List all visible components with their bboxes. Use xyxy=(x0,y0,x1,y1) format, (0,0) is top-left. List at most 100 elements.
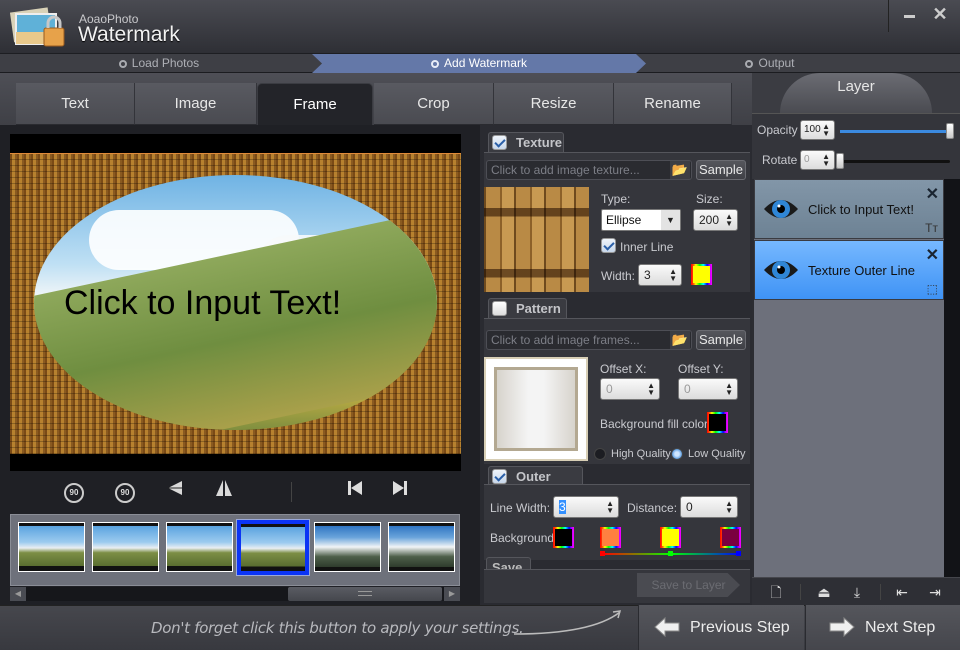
gradient-end-color-swatch[interactable] xyxy=(720,527,741,548)
gradient-stop-handle[interactable] xyxy=(668,551,673,556)
tab-resize[interactable]: Resize xyxy=(494,83,614,125)
visibility-eye-icon[interactable] xyxy=(763,256,799,284)
layer-list-scrollbar[interactable] xyxy=(944,179,960,577)
type-select[interactable]: Ellipse ▼ xyxy=(601,209,681,231)
text-layer-type-icon: Tт xyxy=(925,221,938,235)
tab-image[interactable]: Image xyxy=(135,83,257,125)
hint-text: Don't forget click this button to apply … xyxy=(151,619,524,637)
tab-rename[interactable]: Rename xyxy=(614,83,732,125)
background-color-swatch[interactable] xyxy=(553,527,574,548)
inner-width-spinner[interactable]: 3 ▲ ▼ xyxy=(638,264,682,286)
next-step-button[interactable]: Next Step xyxy=(805,605,960,650)
high-quality-label: High Quality xyxy=(611,448,671,460)
pattern-sample-button[interactable]: Sample xyxy=(696,330,746,350)
thumbnail-selected[interactable] xyxy=(236,519,310,576)
next-photo-button[interactable] xyxy=(386,478,414,504)
thumbnail[interactable] xyxy=(166,522,233,572)
move-layer-up-button[interactable]: ⏏ xyxy=(814,582,834,602)
gradient-mid-color-swatch[interactable] xyxy=(660,527,681,548)
offset-x-spinner[interactable]: 0 ▲ ▼ xyxy=(600,378,660,400)
low-quality-radio[interactable] xyxy=(671,448,683,460)
texture-sample-button[interactable]: Sample xyxy=(696,160,746,180)
thumbnail[interactable] xyxy=(388,522,455,572)
pattern-preview xyxy=(484,357,588,461)
scrollbar-thumb[interactable] xyxy=(288,587,442,601)
toolbar-divider xyxy=(800,584,801,600)
delete-layer-icon[interactable]: ✕ xyxy=(926,184,939,204)
thumbnail[interactable] xyxy=(314,522,381,572)
thumbnail[interactable] xyxy=(18,522,85,572)
gradient-stop-handle[interactable] xyxy=(736,551,741,556)
gradient-start-color-swatch[interactable] xyxy=(600,527,621,548)
watermark-text[interactable]: Click to Input Text! xyxy=(64,284,341,323)
rotate-label: Rotate xyxy=(762,153,798,167)
outer-line-enable-checkbox[interactable] xyxy=(492,469,507,484)
rotate-right-button[interactable]: 90 xyxy=(111,478,139,504)
flip-vertical-button[interactable] xyxy=(161,478,189,504)
spinner-arrows-icon: ▲ ▼ xyxy=(647,381,655,397)
export-layer-button[interactable]: ⇥ xyxy=(925,582,945,602)
opacity-slider-track[interactable] xyxy=(840,130,950,133)
texture-enable-checkbox[interactable] xyxy=(492,135,507,150)
texture-browse-button[interactable]: 📂 xyxy=(670,161,690,179)
flip-horizontal-button[interactable] xyxy=(210,478,238,504)
folder-icon: 📂 xyxy=(671,162,689,177)
step-output[interactable]: Output xyxy=(646,54,894,73)
spinner-arrows-icon: ▲ ▼ xyxy=(669,267,677,283)
rotate-right-icon: 90 xyxy=(115,483,135,503)
step-add-watermark[interactable]: Add Watermark xyxy=(312,54,646,73)
minimize-button[interactable] xyxy=(898,6,922,26)
line-width-spinner[interactable]: 3 ▲ ▼ xyxy=(553,496,619,518)
layer-item-text[interactable]: Click to Input Text! ✕ Tт xyxy=(754,179,944,239)
clear-layers-button[interactable]: 🗋 xyxy=(766,582,786,602)
spinner-arrows-icon: ▲ ▼ xyxy=(725,381,733,397)
previous-photo-button[interactable] xyxy=(341,478,369,504)
pattern-path-input[interactable]: Click to add image frames... xyxy=(486,330,692,350)
pattern-frame xyxy=(494,367,578,451)
spinner-arrows-icon: ▲ ▼ xyxy=(606,499,614,515)
close-icon: ✕ xyxy=(932,4,948,24)
move-down-icon: ⤓ xyxy=(853,584,861,600)
import-layer-button[interactable]: ⇤ xyxy=(892,582,912,602)
arrow-right-icon xyxy=(829,617,855,637)
flip-horizontal-icon xyxy=(216,480,232,496)
pattern-browse-button[interactable]: 📂 xyxy=(670,331,690,349)
scroll-left-icon[interactable]: ◀ xyxy=(10,587,26,601)
brand-title: Watermark xyxy=(78,23,180,46)
close-button[interactable]: ✕ xyxy=(928,4,952,26)
tab-text[interactable]: Text xyxy=(16,83,135,125)
gradient-stop-handle[interactable] xyxy=(600,551,605,556)
distance-spinner[interactable]: 0 ▲ ▼ xyxy=(680,496,738,518)
inner-line-color-swatch[interactable] xyxy=(691,264,712,285)
rotate-left-button[interactable]: 90 xyxy=(60,478,88,504)
size-spinner[interactable]: 200 ▲ ▼ xyxy=(693,209,738,231)
step-load-photos[interactable]: Load Photos xyxy=(0,54,318,73)
opacity-spinner[interactable]: 100 ▲ ▼ xyxy=(800,120,835,140)
thumbnail-scrollbar[interactable]: ◀ ▶ xyxy=(10,587,460,601)
offset-y-spinner[interactable]: 0 ▲ ▼ xyxy=(678,378,738,400)
tab-crop[interactable]: Crop xyxy=(374,83,494,125)
layer-item-frame[interactable]: Texture Outer Line ✕ ⬚ xyxy=(754,240,944,300)
save-to-layer-button[interactable]: Save to Layer xyxy=(637,573,740,597)
opacity-slider-handle[interactable] xyxy=(946,123,954,139)
skip-forward-icon xyxy=(393,481,407,495)
inner-line-checkbox[interactable] xyxy=(601,238,616,253)
scroll-right-icon[interactable]: ▶ xyxy=(444,587,460,601)
rotate-slider-track[interactable] xyxy=(840,160,950,163)
spinner-arrows-icon: ▲ ▼ xyxy=(725,499,733,515)
thumbnail[interactable] xyxy=(92,522,159,572)
delete-layer-icon[interactable]: ✕ xyxy=(926,245,939,265)
frame-layer-type-icon: ⬚ xyxy=(926,282,938,296)
texture-path-input[interactable]: Click to add image texture... xyxy=(486,160,692,180)
previous-step-button[interactable]: Previous Step xyxy=(638,605,804,650)
step-dot-icon xyxy=(745,60,754,68)
move-layer-down-button[interactable]: ⤓ xyxy=(847,582,867,602)
pattern-enable-checkbox[interactable] xyxy=(492,301,507,316)
toolbar-divider xyxy=(880,584,881,600)
visibility-eye-icon[interactable] xyxy=(763,195,799,223)
high-quality-radio[interactable] xyxy=(594,448,606,460)
rotate-slider-handle[interactable] xyxy=(836,153,844,169)
rotate-spinner[interactable]: 0 ▲ ▼ xyxy=(800,150,835,170)
bg-fill-color-swatch[interactable] xyxy=(707,412,728,433)
tab-frame[interactable]: Frame xyxy=(257,83,373,125)
